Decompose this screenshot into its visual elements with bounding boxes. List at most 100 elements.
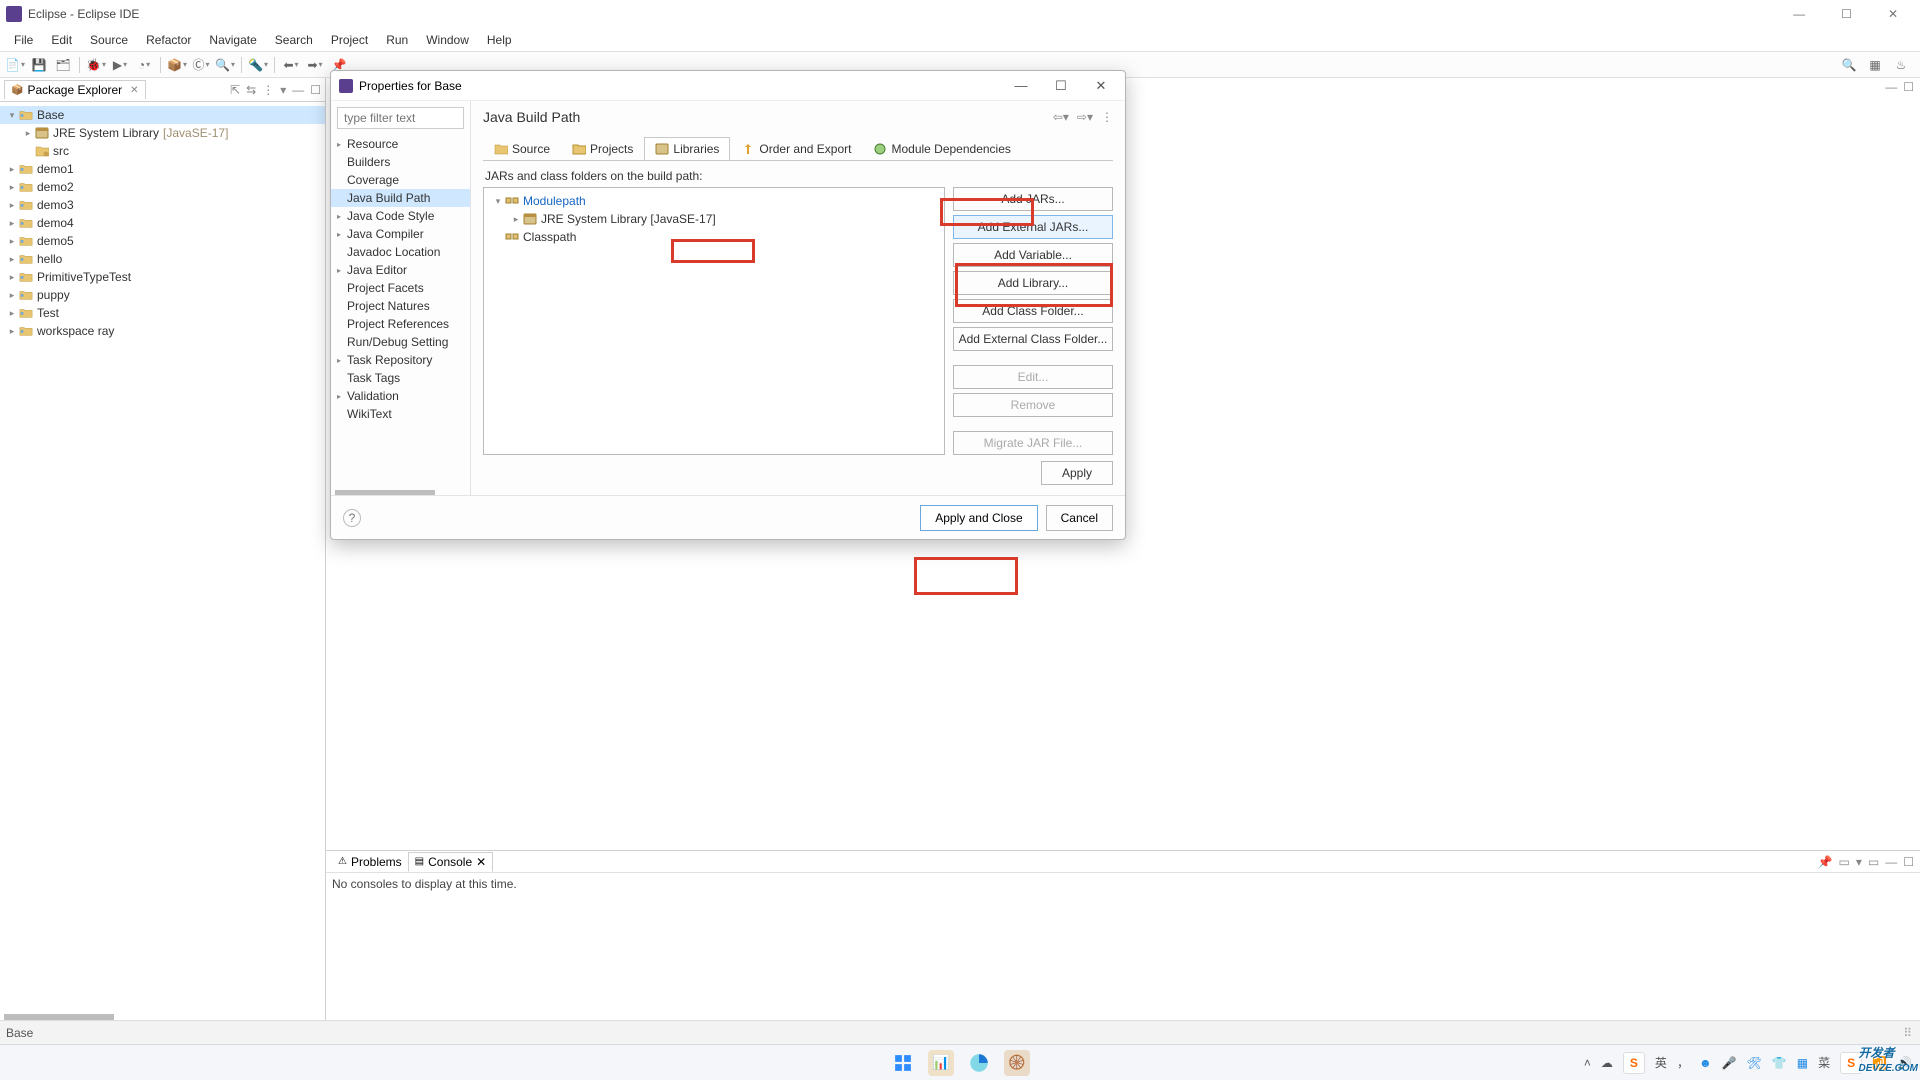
save-button[interactable]: 💾 [28, 55, 50, 75]
category-project-references[interactable]: Project References [331, 315, 470, 333]
editor-maximize-icon[interactable]: ☐ [1903, 80, 1914, 94]
menu-search[interactable]: Search [267, 30, 321, 50]
view-menu-icon[interactable]: ⋮ [262, 83, 274, 97]
minimize-view-icon[interactable]: — [292, 83, 304, 97]
pin-console-icon[interactable]: 📌 [1818, 855, 1833, 869]
new-console-icon[interactable]: ▭ [1868, 855, 1879, 869]
new-button[interactable]: 📄 [4, 55, 26, 75]
tray-punct-icon[interactable]: ， [1677, 1054, 1689, 1071]
dialog-maximize-button[interactable]: ☐ [1045, 78, 1077, 94]
java-perspective-icon[interactable]: ♨ [1890, 55, 1912, 75]
menu-edit[interactable]: Edit [43, 30, 80, 50]
bottom-maximize-icon[interactable]: ☐ [1903, 855, 1914, 869]
menu-navigate[interactable]: Navigate [201, 30, 264, 50]
coverage-button[interactable]: ◔ [133, 55, 155, 75]
add-external-jars-button[interactable]: Add External JARs... [953, 215, 1113, 239]
new-package-button[interactable]: 📦 [166, 55, 188, 75]
category-wikitext[interactable]: WikiText [331, 405, 470, 423]
category-task-repository[interactable]: ▸Task Repository [331, 351, 470, 369]
add-jars-button[interactable]: Add JARs... [953, 187, 1113, 211]
add-external-class-folder-button[interactable]: Add External Class Folder... [953, 327, 1113, 351]
add-class-folder-button[interactable]: Add Class Folder... [953, 299, 1113, 323]
pkg-item-demo5[interactable]: ▸demo5 [0, 232, 325, 250]
pkg-item-test[interactable]: ▸Test [0, 304, 325, 322]
pkg-item-demo3[interactable]: ▸demo3 [0, 196, 325, 214]
category-validation[interactable]: ▸Validation [331, 387, 470, 405]
display-console-icon[interactable]: ▭ [1839, 855, 1850, 869]
pkg-item-src[interactable]: src [0, 142, 325, 160]
category-task-tags[interactable]: Task Tags [331, 369, 470, 387]
link-editor-icon[interactable]: ⇆ [246, 83, 256, 97]
taskbar-edge[interactable] [966, 1050, 992, 1076]
dialog-minimize-button[interactable]: — [1005, 78, 1037, 94]
tray-shirt-icon[interactable]: 👕 [1772, 1056, 1787, 1070]
forward-nav-button[interactable]: ➡ [304, 55, 326, 75]
package-tree[interactable]: ▾Base▸JRE System Library[JavaSE-17]src▸d… [0, 102, 325, 1010]
pkg-item-base[interactable]: ▾Base [0, 106, 325, 124]
run-button[interactable]: ▶ [109, 55, 131, 75]
category-javadoc-location[interactable]: Javadoc Location [331, 243, 470, 261]
nav-forward-icon[interactable]: ⇨▾ [1077, 110, 1093, 124]
apply-button[interactable]: Apply [1041, 461, 1113, 485]
jars-tree[interactable]: ▾Modulepath▸JRE System Library [JavaSE-1… [483, 187, 945, 455]
collapse-all-icon[interactable]: ⇱ [230, 83, 240, 97]
start-button[interactable] [890, 1050, 916, 1076]
view-menu-dots-icon[interactable]: ⋮ [1101, 110, 1113, 124]
close-button[interactable]: ✕ [1880, 5, 1906, 23]
open-type-button[interactable]: 🔍 [214, 55, 236, 75]
tray-onedrive-icon[interactable]: ☁ [1601, 1056, 1613, 1070]
new-class-button[interactable]: Ⓒ [190, 55, 212, 75]
category-java-build-path[interactable]: Java Build Path [331, 189, 470, 207]
add-library-button[interactable]: Add Library... [953, 271, 1113, 295]
save-all-button[interactable]: 🗂 [52, 55, 74, 75]
tray-grid-icon[interactable]: ▦ [1797, 1056, 1808, 1070]
tray-mic-icon[interactable]: 🎤 [1722, 1056, 1737, 1070]
pkg-item-puppy[interactable]: ▸puppy [0, 286, 325, 304]
filter-icon[interactable]: ▾ [280, 83, 286, 97]
help-icon[interactable]: ? [343, 509, 361, 527]
category-run-debug-setting[interactable]: Run/Debug Setting [331, 333, 470, 351]
menu-run[interactable]: Run [378, 30, 416, 50]
category-coverage[interactable]: Coverage [331, 171, 470, 189]
tray-language[interactable]: 英 [1655, 1054, 1667, 1071]
pkg-item-workspace-ray[interactable]: ▸workspace ray [0, 322, 325, 340]
menu-window[interactable]: Window [418, 30, 477, 50]
taskbar-app-2[interactable]: 🛞 [1004, 1050, 1030, 1076]
editor-minimize-icon[interactable]: — [1885, 80, 1897, 94]
pkg-item-primitivetypetest[interactable]: ▸PrimitiveTypeTest [0, 268, 325, 286]
tab-projects[interactable]: Projects [561, 137, 644, 161]
category-java-compiler[interactable]: ▸Java Compiler [331, 225, 470, 243]
menu-file[interactable]: File [6, 30, 41, 50]
minimize-button[interactable]: — [1785, 5, 1813, 23]
maximize-button[interactable]: ☐ [1833, 5, 1860, 23]
pkg-item-jre-system-library[interactable]: ▸JRE System Library[JavaSE-17] [0, 124, 325, 142]
back-nav-button[interactable]: ⬅ [280, 55, 302, 75]
tab-libraries[interactable]: Libraries [644, 137, 730, 161]
pkg-item-hello[interactable]: ▸hello [0, 250, 325, 268]
tray-tool-icon[interactable]: 🛠 [1747, 1056, 1762, 1070]
category-project-natures[interactable]: Project Natures [331, 297, 470, 315]
menu-source[interactable]: Source [82, 30, 136, 50]
tray-input-icon[interactable]: 菜 [1818, 1054, 1830, 1071]
category-resource[interactable]: ▸Resource [331, 135, 470, 153]
pkg-item-demo4[interactable]: ▸demo4 [0, 214, 325, 232]
tray-smiley-icon[interactable]: ☻ [1699, 1056, 1712, 1070]
dialog-filter-input[interactable] [337, 107, 464, 129]
add-variable-button[interactable]: Add Variable... [953, 243, 1113, 267]
tab-order-export[interactable]: Order and Export [730, 137, 862, 161]
menu-project[interactable]: Project [323, 30, 376, 50]
tray-sogou-icon[interactable]: S [1623, 1052, 1645, 1074]
pkg-item-demo1[interactable]: ▸demo1 [0, 160, 325, 178]
jars-item-classpath[interactable]: Classpath [488, 228, 940, 246]
nav-back-icon[interactable]: ⇦▾ [1053, 110, 1069, 124]
quick-access-icon[interactable]: 🔍 [1838, 55, 1860, 75]
open-console-menu-icon[interactable]: ▾ [1856, 855, 1862, 869]
menu-help[interactable]: Help [479, 30, 520, 50]
package-explorer-tab[interactable]: 📦 Package Explorer ✕ [4, 80, 146, 99]
menu-refactor[interactable]: Refactor [138, 30, 199, 50]
close-view-icon[interactable]: ✕ [130, 85, 138, 96]
dialog-category-list[interactable]: ▸ResourceBuildersCoverageJava Build Path… [331, 135, 470, 488]
category-builders[interactable]: Builders [331, 153, 470, 171]
debug-button[interactable]: 🐞 [85, 55, 107, 75]
tab-source[interactable]: Source [483, 137, 561, 161]
